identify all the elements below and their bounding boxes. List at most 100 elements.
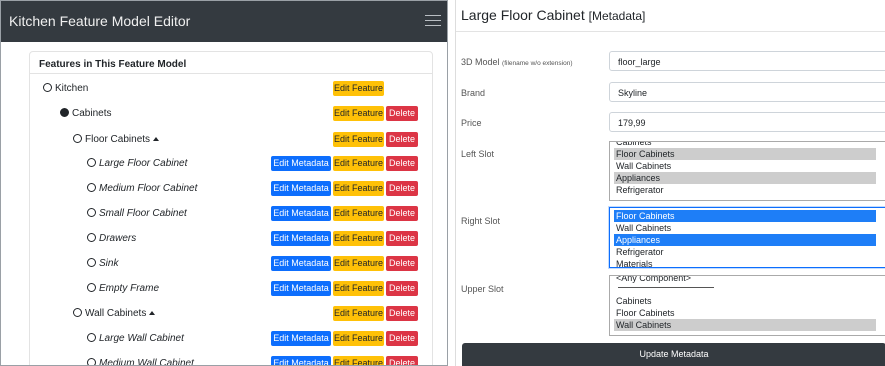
option-separator xyxy=(618,287,714,288)
edit-metadata-button[interactable]: Edit Metadata xyxy=(271,156,331,171)
delete-button[interactable]: Delete xyxy=(386,331,418,346)
circle-icon xyxy=(87,233,96,242)
tree-row: Large Wall Cabinet Edit Metadata Edit Feat… xyxy=(30,331,432,347)
tree-item[interactable]: Medium Floor Cabinet xyxy=(87,183,197,194)
brand-field-label: Brand xyxy=(461,88,486,98)
tree-item[interactable]: Kitchen xyxy=(43,83,88,94)
select-option[interactable]: Wall Cabinets xyxy=(614,160,876,172)
tree-row: Large Floor Cabinet Edit Metadata Edit Fea… xyxy=(30,156,432,172)
right-slot-select[interactable]: Floor Cabinets Wall Cabinets Appliances Ref… xyxy=(609,207,885,268)
tree-item-label: Cabinets xyxy=(72,108,112,119)
select-option[interactable]: Wall Cabinets xyxy=(614,319,876,331)
filled-circle-icon xyxy=(60,108,69,117)
tree-item[interactable]: Drawers xyxy=(87,233,136,244)
tree-item[interactable]: Sink xyxy=(87,258,118,269)
tree-item[interactable]: Floor Cabinets xyxy=(73,134,160,145)
tree-item-label: Floor Cabinets xyxy=(85,134,151,145)
tree-item-label: Large Floor Cabinet xyxy=(99,158,188,169)
tree-item-label: Small Floor Cabinet xyxy=(99,208,187,219)
left-slot-select[interactable]: Cabinets Floor Cabinets Wall Cabinets Appli… xyxy=(609,141,885,201)
delete-button[interactable]: Delete xyxy=(386,181,418,196)
edit-metadata-button[interactable]: Edit Metadata xyxy=(271,206,331,221)
delete-button[interactable]: Delete xyxy=(386,106,418,121)
upper-slot-select[interactable]: <Any Component> Cabinets Floor Cabinets Wal… xyxy=(609,275,885,336)
delete-button[interactable]: Delete xyxy=(386,231,418,246)
select-option[interactable]: Materials xyxy=(614,258,876,267)
select-option[interactable]: Cabinets xyxy=(614,142,876,148)
left-slot-label: Left Slot xyxy=(461,149,495,159)
edit-metadata-button[interactable]: Edit Metadata xyxy=(271,331,331,346)
edit-feature-button[interactable]: Edit Feature xyxy=(333,81,384,96)
model-field-label: 3D Model (filename w/o extension) xyxy=(461,57,573,67)
circle-icon xyxy=(43,83,52,92)
tree-item[interactable]: Medium Wall Cabinet xyxy=(87,358,194,365)
edit-feature-button[interactable]: Edit Feature xyxy=(333,256,384,271)
edit-feature-button[interactable]: Edit Feature xyxy=(333,181,384,196)
model-input[interactable]: floor_large xyxy=(609,51,885,71)
title-divider xyxy=(456,31,885,32)
tree-item[interactable]: Empty Frame xyxy=(87,283,159,294)
tree-item[interactable]: Cabinets xyxy=(60,108,111,119)
hamburger-menu-icon[interactable] xyxy=(425,15,441,27)
tree-row: Empty Frame Edit Metadata Edit Feature Dele… xyxy=(30,281,432,297)
select-option[interactable]: Refrigerator xyxy=(614,184,876,196)
delete-button[interactable]: Delete xyxy=(386,206,418,221)
tree-row: Small Floor Cabinet Edit Metadata Edit Fea… xyxy=(30,206,432,222)
edit-feature-button[interactable]: Edit Feature xyxy=(333,331,384,346)
circle-icon xyxy=(87,283,96,292)
edit-feature-button[interactable]: Edit Feature xyxy=(333,281,384,296)
tree-item-label: Drawers xyxy=(99,233,137,244)
edit-feature-button[interactable]: Edit Feature xyxy=(333,206,384,221)
delete-button[interactable]: Delete xyxy=(386,306,418,321)
edit-feature-button[interactable]: Edit Feature xyxy=(333,231,384,246)
delete-button[interactable]: Delete xyxy=(386,132,418,147)
caret-up-icon[interactable] xyxy=(153,137,160,141)
edit-metadata-button[interactable]: Edit Metadata xyxy=(271,356,331,365)
select-option[interactable]: Floor Cabinets xyxy=(614,307,876,319)
circle-icon xyxy=(87,358,96,365)
delete-button[interactable]: Delete xyxy=(386,281,418,296)
feature-model-editor-pane: Kitchen Feature Model Editor Features in… xyxy=(0,0,448,366)
circle-icon xyxy=(87,258,96,267)
select-option[interactable]: <Any Component> xyxy=(614,276,876,284)
select-option[interactable]: Floor Cabinets xyxy=(614,210,876,222)
edit-feature-button[interactable]: Edit Feature xyxy=(333,356,384,365)
edit-feature-button[interactable]: Edit Feature xyxy=(333,156,384,171)
tree-item[interactable]: Large Floor Cabinet xyxy=(87,158,187,169)
edit-feature-button[interactable]: Edit Feature xyxy=(333,306,384,321)
select-option[interactable]: Floor Cabinets xyxy=(614,148,876,160)
circle-icon xyxy=(73,308,82,317)
circle-icon xyxy=(73,134,82,143)
edit-metadata-button[interactable]: Edit Metadata xyxy=(271,256,331,271)
select-option[interactable]: Cabinets xyxy=(614,295,876,307)
metadata-suffix: [Metadata] xyxy=(588,9,646,23)
price-input[interactable]: 179,99 xyxy=(609,112,885,132)
delete-button[interactable]: Delete xyxy=(386,356,418,365)
metadata-form-pane: Large Floor Cabinet [Metadata] 3D Model … xyxy=(455,0,885,366)
features-card-title: Features in This Feature Model xyxy=(39,59,187,70)
tree-item[interactable]: Large Wall Cabinet xyxy=(87,333,184,344)
tree-row: Sink Edit Metadata Edit Feature Delete xyxy=(30,256,432,272)
navbar-title: Kitchen Feature Model Editor xyxy=(9,13,191,29)
select-option[interactable]: Appliances xyxy=(614,172,876,184)
tree-row: Kitchen Edit Feature xyxy=(30,81,432,97)
update-metadata-button[interactable]: Update Metadata xyxy=(462,343,885,366)
edit-metadata-button[interactable]: Edit Metadata xyxy=(271,181,331,196)
edit-metadata-button[interactable]: Edit Metadata xyxy=(271,231,331,246)
tree-item[interactable]: Wall Cabinets xyxy=(73,308,156,319)
brand-input[interactable]: Skyline xyxy=(609,82,885,102)
caret-up-icon[interactable] xyxy=(149,311,156,315)
tree-row: Drawers Edit Metadata Edit Feature Delete xyxy=(30,231,432,247)
select-option[interactable]: Wall Cabinets xyxy=(614,222,876,234)
edit-feature-button[interactable]: Edit Feature xyxy=(333,106,384,121)
tree-item[interactable]: Small Floor Cabinet xyxy=(87,208,187,219)
features-card-header: Features in This Feature Model xyxy=(30,52,432,74)
delete-button[interactable]: Delete xyxy=(386,156,418,171)
edit-metadata-button[interactable]: Edit Metadata xyxy=(271,281,331,296)
delete-button[interactable]: Delete xyxy=(386,256,418,271)
edit-feature-button[interactable]: Edit Feature xyxy=(333,132,384,147)
tree-row: Floor Cabinets Edit Feature Delete xyxy=(30,132,432,148)
select-option[interactable]: Appliances xyxy=(614,234,876,246)
select-option[interactable]: Refrigerator xyxy=(614,246,876,258)
tree-row: Medium Wall Cabinet Edit Metadata Edit Fea… xyxy=(30,356,432,365)
